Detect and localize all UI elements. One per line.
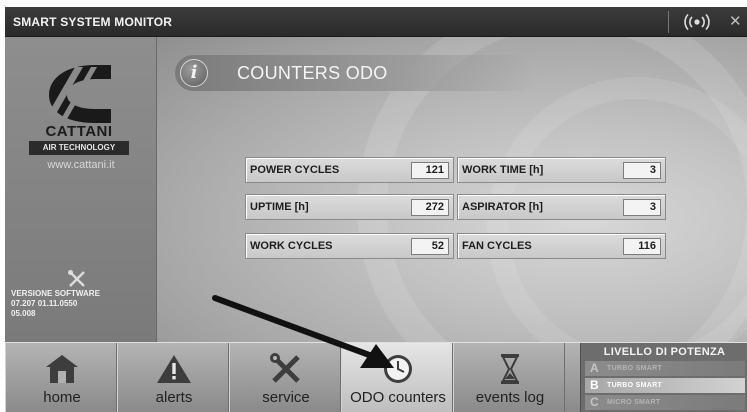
counter-value: 52 bbox=[411, 238, 449, 255]
power-level-letter: C bbox=[590, 395, 599, 409]
nav-odo-counters-button[interactable]: ODO counters bbox=[341, 343, 453, 412]
software-version-title: VERSIONE SOFTWARE bbox=[11, 289, 100, 298]
counter-fan-cycles: FAN CYCLES 116 bbox=[457, 233, 666, 259]
counter-label: WORK CYCLES bbox=[250, 240, 333, 252]
software-version-line: 05.008 bbox=[11, 309, 36, 318]
counter-uptime: UPTIME [h] 272 bbox=[245, 194, 454, 220]
app-title: SMART SYSTEM MONITOR bbox=[13, 15, 173, 29]
counter-label: POWER CYCLES bbox=[250, 164, 340, 176]
counter-aspirator: ASPIRATOR [h] 3 bbox=[457, 194, 666, 220]
nav-home-button[interactable]: home bbox=[5, 343, 117, 412]
info-icon: i bbox=[180, 59, 208, 87]
brand-subtitle: AIR TECHNOLOGY bbox=[29, 141, 129, 155]
close-icon[interactable]: ✕ bbox=[729, 13, 747, 31]
tools-icon bbox=[270, 353, 300, 383]
section-title: COUNTERS ODO bbox=[237, 63, 388, 83]
wireless-signal-icon[interactable] bbox=[681, 13, 713, 31]
title-bar: SMART SYSTEM MONITOR ✕ bbox=[5, 7, 747, 37]
brand-url: www.cattani.it bbox=[47, 159, 115, 171]
counter-label: UPTIME [h] bbox=[250, 201, 309, 213]
counter-value: 3 bbox=[623, 199, 661, 216]
power-level-letter: A bbox=[590, 361, 599, 375]
nav-label: alerts bbox=[155, 389, 193, 406]
software-version-line: 07.207 01.11.0550 bbox=[11, 299, 78, 308]
counter-value: 116 bbox=[623, 238, 661, 255]
warning-icon bbox=[157, 355, 191, 383]
power-level-c[interactable]: C MICRO SMART bbox=[585, 395, 745, 410]
nav-events-log-button[interactable]: events log bbox=[453, 343, 565, 412]
counter-value: 272 bbox=[411, 199, 449, 216]
nav-service-button[interactable]: service bbox=[229, 343, 341, 412]
counter-power-cycles: POWER CYCLES 121 bbox=[245, 157, 454, 183]
counter-label: FAN CYCLES bbox=[462, 240, 532, 252]
nav-alerts-button[interactable]: alerts bbox=[117, 343, 229, 412]
home-icon bbox=[46, 355, 78, 383]
counter-value: 121 bbox=[411, 162, 449, 179]
power-level-a[interactable]: A TURBO SMART bbox=[585, 361, 745, 376]
screenshot: SMART SYSTEM MONITOR ✕ CATTANI AIR TECHN… bbox=[0, 0, 747, 412]
wrench-screwdriver-icon bbox=[68, 270, 85, 287]
nav-label: service bbox=[262, 389, 310, 406]
brand-name: CATTANI bbox=[45, 123, 113, 140]
power-level-name: TURBO SMART bbox=[607, 365, 663, 372]
bottom-nav-bar: home alerts service ODO counters events … bbox=[5, 342, 747, 412]
counter-value: 3 bbox=[623, 162, 661, 179]
brand-panel: CATTANI AIR TECHNOLOGY www.cattani.it VE… bbox=[5, 37, 157, 342]
nav-label: home bbox=[43, 389, 81, 406]
hourglass-icon bbox=[501, 354, 519, 384]
nav-label: events log bbox=[475, 389, 545, 406]
section-header: i COUNTERS ODO bbox=[175, 55, 535, 91]
counter-work-cycles: WORK CYCLES 52 bbox=[245, 233, 454, 259]
power-level-b[interactable]: B TURBO SMART bbox=[585, 378, 745, 393]
power-level-letter: B bbox=[590, 378, 599, 392]
clock-icon bbox=[384, 355, 412, 383]
power-level-name: TURBO SMART bbox=[607, 382, 663, 389]
nav-label: ODO counters bbox=[350, 389, 446, 406]
counter-work-time: WORK TIME [h] 3 bbox=[457, 157, 666, 183]
power-level-title: LIVELLO DI POTENZA bbox=[603, 346, 726, 358]
cattani-logo-icon bbox=[45, 65, 111, 123]
counter-label: WORK TIME [h] bbox=[462, 164, 544, 176]
power-level-panel: LIVELLO DI POTENZA A TURBO SMART B TURBO… bbox=[580, 343, 747, 412]
counter-label: ASPIRATOR [h] bbox=[462, 201, 543, 213]
device-screen: SMART SYSTEM MONITOR ✕ CATTANI AIR TECHN… bbox=[5, 7, 747, 412]
power-level-name: MICRO SMART bbox=[607, 399, 661, 406]
title-separator bbox=[668, 11, 669, 33]
main-content: i COUNTERS ODO POWER CYCLES 121 WORK TIM… bbox=[157, 37, 747, 342]
